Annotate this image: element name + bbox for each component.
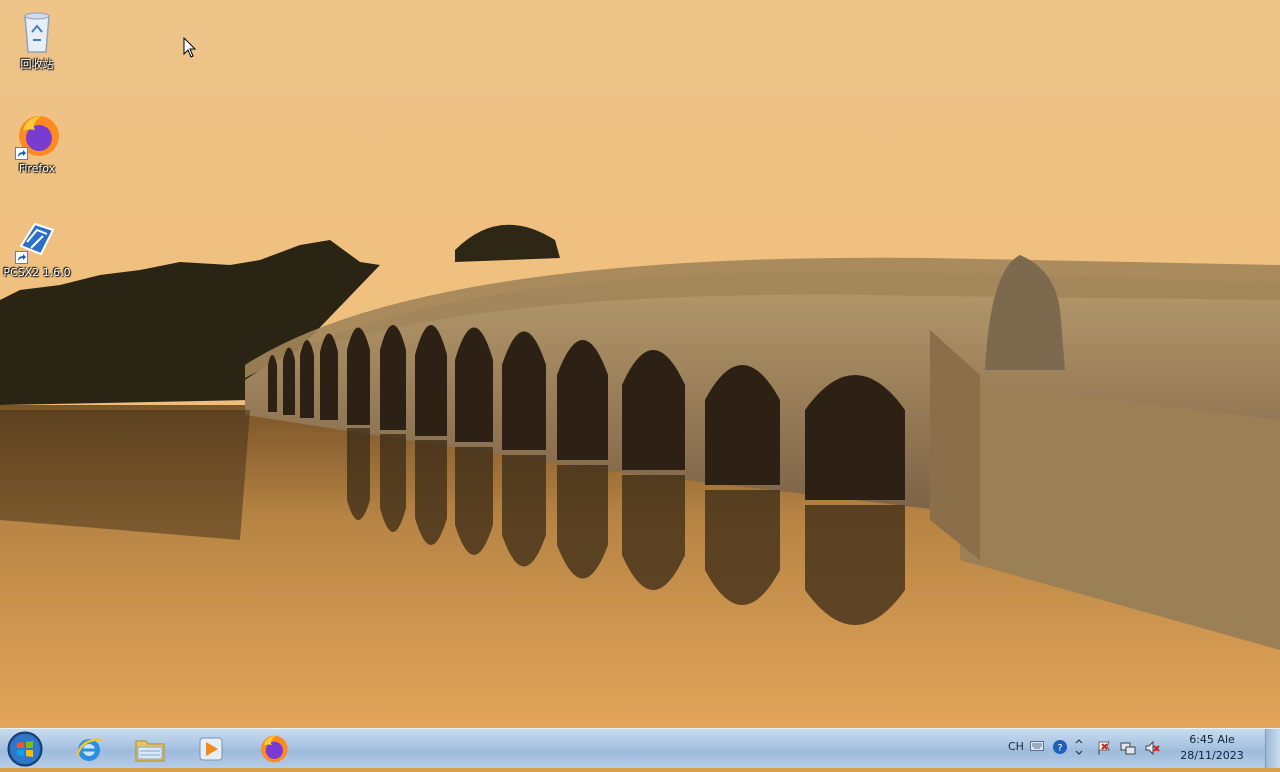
svg-text:?: ?: [1057, 743, 1062, 754]
desktop-wallpaper: [0, 0, 1280, 728]
desktop-icon-label: Firefox: [18, 162, 56, 175]
help-icon[interactable]: ?: [1052, 739, 1068, 755]
taskbar-media-player[interactable]: [182, 730, 240, 768]
notification-area: CH ? 6:45 Ale 28/11/2023: [1000, 729, 1280, 769]
shortcut-arrow-icon: [15, 251, 28, 264]
keyboard-icon[interactable]: [1030, 741, 1044, 757]
desktop-icon-recycle-bin[interactable]: 回收站: [0, 8, 74, 71]
action-center-flag-icon[interactable]: [1096, 740, 1112, 756]
network-icon[interactable]: [1120, 740, 1136, 756]
show-hidden-icons-icon[interactable]: [1074, 737, 1084, 755]
language-indicator[interactable]: CH: [1008, 740, 1024, 756]
clock-time: 6:45 Ale: [1189, 733, 1235, 746]
desktop-icon-label: 回收站: [20, 58, 54, 71]
clock-date: 28/11/2023: [1180, 749, 1244, 762]
media-player-icon: [199, 737, 223, 761]
taskbar: CH ? 6:45 Ale 28/11/2023: [0, 728, 1280, 768]
firefox-icon: [261, 735, 288, 763]
firefox-icon: [13, 112, 61, 160]
taskbar-firefox[interactable]: [244, 730, 302, 768]
volume-muted-icon[interactable]: [1144, 740, 1160, 756]
start-button[interactable]: [5, 730, 45, 768]
recycle-bin-icon: [13, 8, 61, 56]
shortcut-arrow-icon: [15, 147, 28, 160]
desktop-icon-firefox[interactable]: Firefox: [0, 112, 74, 175]
folder-icon: [135, 740, 165, 762]
internet-explorer-icon: [75, 738, 103, 761]
desktop-icon-label: PCSX2 1.6.0: [3, 266, 71, 279]
taskbar-internet-explorer[interactable]: [60, 730, 118, 768]
windows-start-orb: [7, 731, 43, 767]
mouse-cursor-icon: [183, 37, 197, 58]
desktop-icon-pcsx2[interactable]: PCSX2 1.6.0: [0, 216, 74, 279]
pcsx2-icon: [13, 216, 61, 264]
show-desktop-button[interactable]: [1265, 729, 1280, 768]
system-clock[interactable]: 6:45 Ale 28/11/2023: [1172, 732, 1252, 764]
taskbar-windows-explorer[interactable]: [121, 730, 179, 768]
